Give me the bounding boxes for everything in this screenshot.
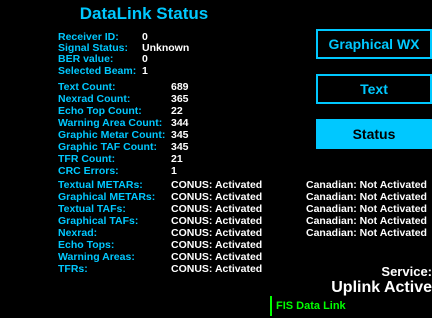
nexrad-count-value: 365: [171, 93, 189, 105]
warning-area-count-label: Warning Area Count:: [58, 117, 163, 129]
page-title: DataLink Status: [79, 4, 209, 23]
nexrad-conus: CONUS: Activated: [171, 227, 263, 239]
fis-data-link-label: FIS Data Link: [276, 300, 346, 312]
nexrad-label: Nexrad:: [58, 227, 98, 239]
textual-metars-conus: CONUS: Activated: [171, 179, 263, 191]
graphical-metars-label: Graphical METARs:: [58, 191, 156, 203]
graphic-taf-count-label: Graphic TAF Count:: [58, 141, 157, 153]
service-status: Uplink Active: [331, 279, 432, 296]
status-button[interactable]: Status: [316, 119, 432, 149]
echo-top-count-value: 22: [171, 105, 183, 117]
textual-metars-canadian: Canadian: Not Activated: [306, 179, 427, 191]
ber-value-value: 0: [142, 53, 148, 65]
signal-status-value: Unknown: [142, 42, 190, 54]
textual-tafs-label: Textual TAFs:: [58, 203, 126, 215]
warning-areas-label: Warning Areas:: [58, 251, 135, 263]
tfrs-conus: CONUS: Activated: [171, 263, 263, 275]
graphical-wx-button[interactable]: Graphical WX: [316, 29, 432, 59]
graphical-tafs-label: Graphical TAFs:: [58, 215, 139, 227]
tfr-count-label: TFR Count:: [58, 153, 116, 165]
selected-beam-label: Selected Beam:: [58, 65, 137, 77]
graphical-tafs-conus: CONUS: Activated: [171, 215, 263, 227]
graphical-metars-canadian: Canadian: Not Activated: [306, 191, 427, 203]
text-count-value: 689: [171, 81, 189, 93]
graphic-taf-count-value: 345: [171, 141, 189, 153]
graphical-tafs-canadian: Canadian: Not Activated: [306, 215, 427, 227]
ber-value-label: BER value:: [58, 53, 114, 65]
echo-top-count-label: Echo Top Count:: [58, 105, 142, 117]
textual-tafs-conus: CONUS: Activated: [171, 203, 263, 215]
graphic-metar-count-value: 345: [171, 129, 189, 141]
textual-tafs-canadian: Canadian: Not Activated: [306, 203, 427, 215]
textual-metars-label: Textual METARs:: [58, 179, 143, 191]
fis-indicator-bar: [270, 296, 272, 316]
crc-errors-label: CRC Errors:: [58, 165, 119, 177]
text-button[interactable]: Text: [316, 74, 432, 104]
graphical-metars-conus: CONUS: Activated: [171, 191, 263, 203]
crc-errors-value: 1: [171, 165, 177, 177]
warning-areas-conus: CONUS: Activated: [171, 251, 263, 263]
text-count-label: Text Count:: [58, 81, 116, 93]
selected-beam-value: 1: [142, 65, 148, 77]
nexrad-count-label: Nexrad Count:: [58, 93, 131, 105]
graphic-metar-count-label: Graphic Metar Count:: [58, 129, 166, 141]
echo-tops-conus: CONUS: Activated: [171, 239, 263, 251]
nexrad-canadian: Canadian: Not Activated: [306, 227, 427, 239]
warning-area-count-value: 344: [171, 117, 189, 129]
tfrs-label: TFRs:: [58, 263, 88, 275]
tfr-count-value: 21: [171, 153, 183, 165]
service-label: Service:: [381, 264, 432, 279]
echo-tops-label: Echo Tops:: [58, 239, 115, 251]
